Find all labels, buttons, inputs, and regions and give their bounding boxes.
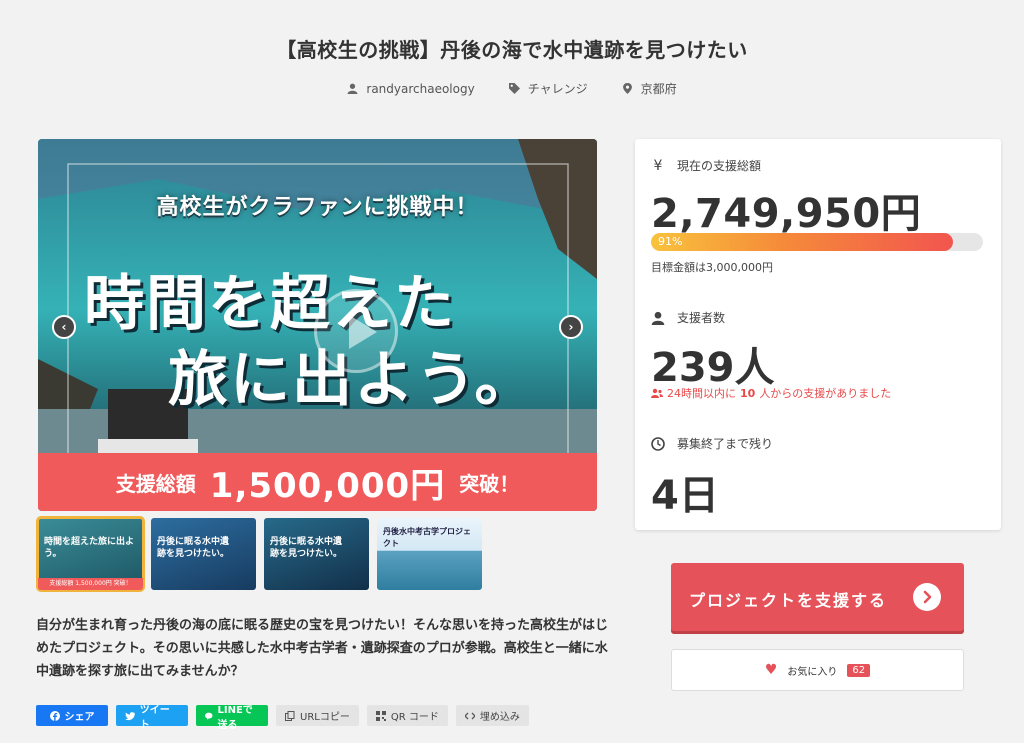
recent-suffix: 人からの支援がありました <box>759 387 892 400</box>
favorite-button[interactable]: ♥ お気に入り 62 <box>671 649 964 691</box>
thumbnail-4[interactable]: 丹後水中考古学プロジェクト <box>377 518 482 590</box>
category-name: チャレンジ <box>527 82 588 96</box>
project-meta: randyarchaeology チャレンジ 京都府 <box>0 80 1024 97</box>
recent-count: 10 <box>740 386 756 400</box>
tag-icon <box>508 83 520 94</box>
hero-banner: 支援総額 1,500,000円 突破！ <box>38 453 597 511</box>
line-share-label: LINEで送る <box>217 704 253 731</box>
share-bar: シェア ツイート LINEで送る URLコピー QR コード 埋め込み <box>36 705 529 731</box>
favorite-count-badge: 62 <box>847 663 871 677</box>
funding-progress-bar: 91% <box>651 233 983 251</box>
thumbnail-caption: 丹後水中考古学プロジェクト <box>383 527 471 548</box>
support-button-label: プロジェクトを支援する <box>689 591 888 610</box>
copy-icon <box>285 710 295 721</box>
facebook-share-label: シェア <box>64 712 95 723</box>
amount-label-row: ¥ 現在の支援総額 <box>651 157 761 174</box>
embed-label: 埋め込み <box>479 712 520 723</box>
meta-category[interactable]: チャレンジ <box>508 80 588 97</box>
supporters-label-row: 支援者数 <box>651 309 725 326</box>
qr-code-button[interactable]: QR コード <box>366 705 448 726</box>
qr-code-icon <box>375 710 386 721</box>
banner-prefix: 支援総額 <box>115 471 196 496</box>
yen-icon: ¥ <box>653 157 663 174</box>
code-icon <box>464 712 475 719</box>
support-project-button[interactable]: プロジェクトを支援する <box>671 563 964 631</box>
remaining-label: 募集終了まで残り <box>677 437 774 451</box>
thumbnail-2[interactable]: 丹後に眠る水中遺跡を見つけたい。 <box>151 518 256 590</box>
total-amount: 2,749,950円 <box>651 191 922 237</box>
meta-location[interactable]: 京都府 <box>622 80 677 97</box>
thumbnail-strip: 時間を超えた旅に出よう。 支援総額 1,500,000円 突破！ 丹後に眠る水中… <box>36 516 482 592</box>
remaining-label-row: 募集終了まで残り <box>651 435 773 452</box>
twitter-icon <box>125 711 135 720</box>
stats-panel: ¥ 現在の支援総額 2,749,950円 91% 目標金額は3,000,000円… <box>635 139 1001 530</box>
line-share-button[interactable]: LINEで送る <box>196 705 268 731</box>
play-video-icon[interactable] <box>314 289 398 373</box>
chevron-right-icon[interactable]: › <box>559 315 583 339</box>
recent-prefix: 24時間以内に <box>667 387 736 400</box>
user-icon <box>347 83 358 94</box>
location-pin-icon <box>622 83 632 94</box>
twitter-share-label: ツイート <box>139 704 170 731</box>
supporters-label: 支援者数 <box>677 311 726 325</box>
thumbnail-1[interactable]: 時間を超えた旅に出よう。 支援総額 1,500,000円 突破！ <box>36 516 145 592</box>
thumbnail-caption: 丹後に眠る水中遺跡を見つけたい。 <box>270 537 343 559</box>
thumbnail-3[interactable]: 丹後に眠る水中遺跡を見つけたい。 <box>264 518 369 590</box>
copy-url-button[interactable]: URLコピー <box>276 705 359 726</box>
users-icon <box>651 388 663 398</box>
project-description: 自分が生まれ育った丹後の海の底に眠る歴史の宝を見つけたい！そんな思いを持った高校… <box>36 618 609 679</box>
remaining-days: 4日 <box>651 473 719 519</box>
favorite-label: お気に入り <box>787 666 838 678</box>
main-visual[interactable]: 高校生がクラファンに挑戦中！ 時間を超えた 旅に出よう。 ‹ › 支援総額 1,… <box>38 139 597 511</box>
clock-icon <box>651 436 665 451</box>
heart-icon: ♥ <box>764 662 778 678</box>
banner-suffix: 突破！ <box>459 471 520 496</box>
user-icon <box>651 311 665 325</box>
facebook-icon <box>49 710 60 721</box>
thumbnail-caption: 丹後に眠る水中遺跡を見つけたい。 <box>157 537 230 559</box>
twitter-share-button[interactable]: ツイート <box>116 705 188 731</box>
progress-percent: 91% <box>658 235 683 248</box>
progress-fill <box>651 233 954 251</box>
recent-support-note: 24時間以内に 10 人からの支援がありました <box>651 385 891 401</box>
banner-amount: 1,500,000円 <box>209 465 446 506</box>
amount-label: 現在の支援総額 <box>677 159 762 173</box>
thumbnail-sub: 支援総額 1,500,000円 突破！ <box>38 578 143 590</box>
copy-url-label: URLコピー <box>300 712 350 723</box>
author-name: randyarchaeology <box>366 81 475 96</box>
embed-button[interactable]: 埋め込み <box>455 705 529 726</box>
meta-author[interactable]: randyarchaeology <box>347 80 475 97</box>
goal-amount: 目標金額は3,000,000円 <box>651 261 773 274</box>
line-icon <box>205 712 213 720</box>
facebook-share-button[interactable]: シェア <box>36 705 108 726</box>
page-title: 【高校生の挑戦】丹後の海で水中遺跡を見つけたい <box>276 38 748 62</box>
hero-top-text: 高校生がクラファンに挑戦中！ <box>156 195 479 220</box>
thumbnail-caption: 時間を超えた旅に出よう。 <box>44 537 135 559</box>
chevron-left-icon[interactable]: ‹ <box>52 315 76 339</box>
qr-code-label: QR コード <box>390 712 439 723</box>
hero-headline-line1: 時間を超えた <box>84 269 456 339</box>
location-name: 京都府 <box>640 82 677 96</box>
chevron-right-circle-icon <box>913 583 941 611</box>
